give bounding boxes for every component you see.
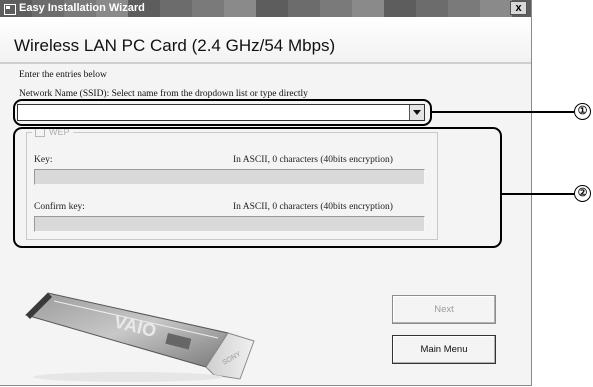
ssid-label: Network Name (SSID): Select name from th… [19, 89, 308, 99]
title-bar: Easy Installation Wizard x [0, 0, 531, 17]
callout-1: ① [574, 103, 591, 120]
callout-line-2 [502, 193, 574, 195]
callout-2: ② [574, 185, 591, 202]
main-menu-button[interactable]: Main Menu [392, 335, 496, 364]
wep-highlight [13, 127, 502, 248]
app-icon [4, 4, 16, 15]
pc-card-illustration: VAIO SONY [25, 292, 255, 382]
callout-line-1 [432, 111, 574, 113]
next-button[interactable]: Next [392, 295, 496, 324]
close-button[interactable]: x [510, 1, 527, 15]
instructions-text: Enter the entries below [19, 70, 107, 80]
page-title: Wireless LAN PC Card (2.4 GHz/54 Mbps) [14, 36, 336, 55]
ssid-highlight [13, 99, 432, 126]
header-divider [0, 62, 531, 64]
window-title: Easy Installation Wizard [19, 2, 145, 14]
